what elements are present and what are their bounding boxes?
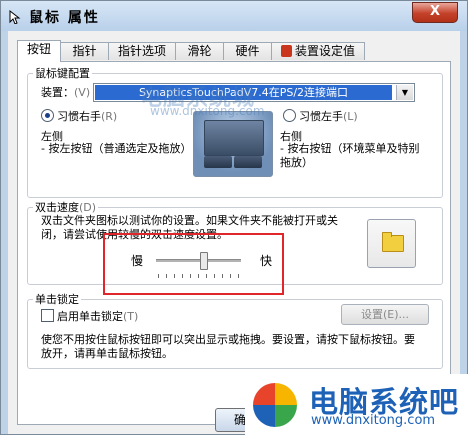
right-hand-radio[interactable]	[41, 109, 54, 122]
left-side-desc: - 按左按钮（普通选定及拖放）	[41, 142, 192, 155]
click-lock-checkbox[interactable]	[41, 309, 54, 322]
left-hand-radio[interactable]	[283, 109, 296, 122]
brand-url: www.dnxitong.com	[311, 413, 436, 428]
right-side-desc: - 按右按钮（环境菜单及特别拖放）	[280, 142, 420, 169]
folder-icon	[382, 232, 404, 252]
touchpad-surface	[204, 120, 264, 156]
windows-logo-icon	[253, 383, 297, 427]
brand-watermark: 电脑系统吧 www.dnxitong.com	[245, 374, 468, 435]
right-hand-label[interactable]: 习惯右手(R)	[57, 108, 117, 124]
close-button[interactable]: X	[412, 2, 458, 23]
touchpad-left-button	[204, 156, 232, 168]
tab-wheel[interactable]: 滑轮	[175, 42, 224, 60]
window-title: 鼠标 属性	[29, 10, 100, 26]
button-config-legend: 鼠标键配置	[35, 67, 90, 80]
double-click-legend: 双击速度(D)	[35, 201, 97, 214]
click-lock-desc: 使您不用按住鼠标按钮即可以突出显示或拖拽。要设置，请按下鼠标按钮。要放开，请再单…	[41, 333, 415, 360]
chevron-down-icon[interactable]: ▼	[396, 85, 413, 100]
tab-hardware[interactable]: 硬件	[223, 42, 272, 60]
tab-buttons[interactable]: 按钮	[17, 40, 61, 62]
device-label: 装置：(V)	[41, 86, 91, 99]
tab-pointers[interactable]: 指针	[60, 42, 109, 60]
test-folder-button[interactable]	[367, 219, 416, 268]
close-icon: X	[429, 4, 441, 19]
click-lock-settings-button[interactable]: 设置(E)...	[341, 304, 429, 325]
mouse-properties-window: 鼠标 属性 X 按钮 指针 指针选项 滑轮 硬件 装置设定值 鼠标键配置 装置：…	[0, 0, 468, 435]
watermark-url: www.dnxitong.com	[150, 104, 265, 118]
click-lock-label[interactable]: 启用单击锁定(T)	[57, 308, 138, 324]
title-bar: 鼠标 属性 X	[1, 1, 467, 31]
tab-device-settings[interactable]: 装置设定值	[271, 42, 365, 60]
mouse-icon	[9, 9, 21, 24]
synaptics-icon	[280, 45, 292, 57]
touchpad-right-button	[234, 156, 262, 168]
highlight-box	[103, 233, 284, 295]
touchpad-image	[193, 111, 273, 177]
left-hand-label[interactable]: 习惯左手(L)	[299, 108, 358, 124]
tab-pointer-options[interactable]: 指针选项	[108, 42, 176, 60]
click-lock-legend: 单击锁定	[35, 293, 79, 306]
